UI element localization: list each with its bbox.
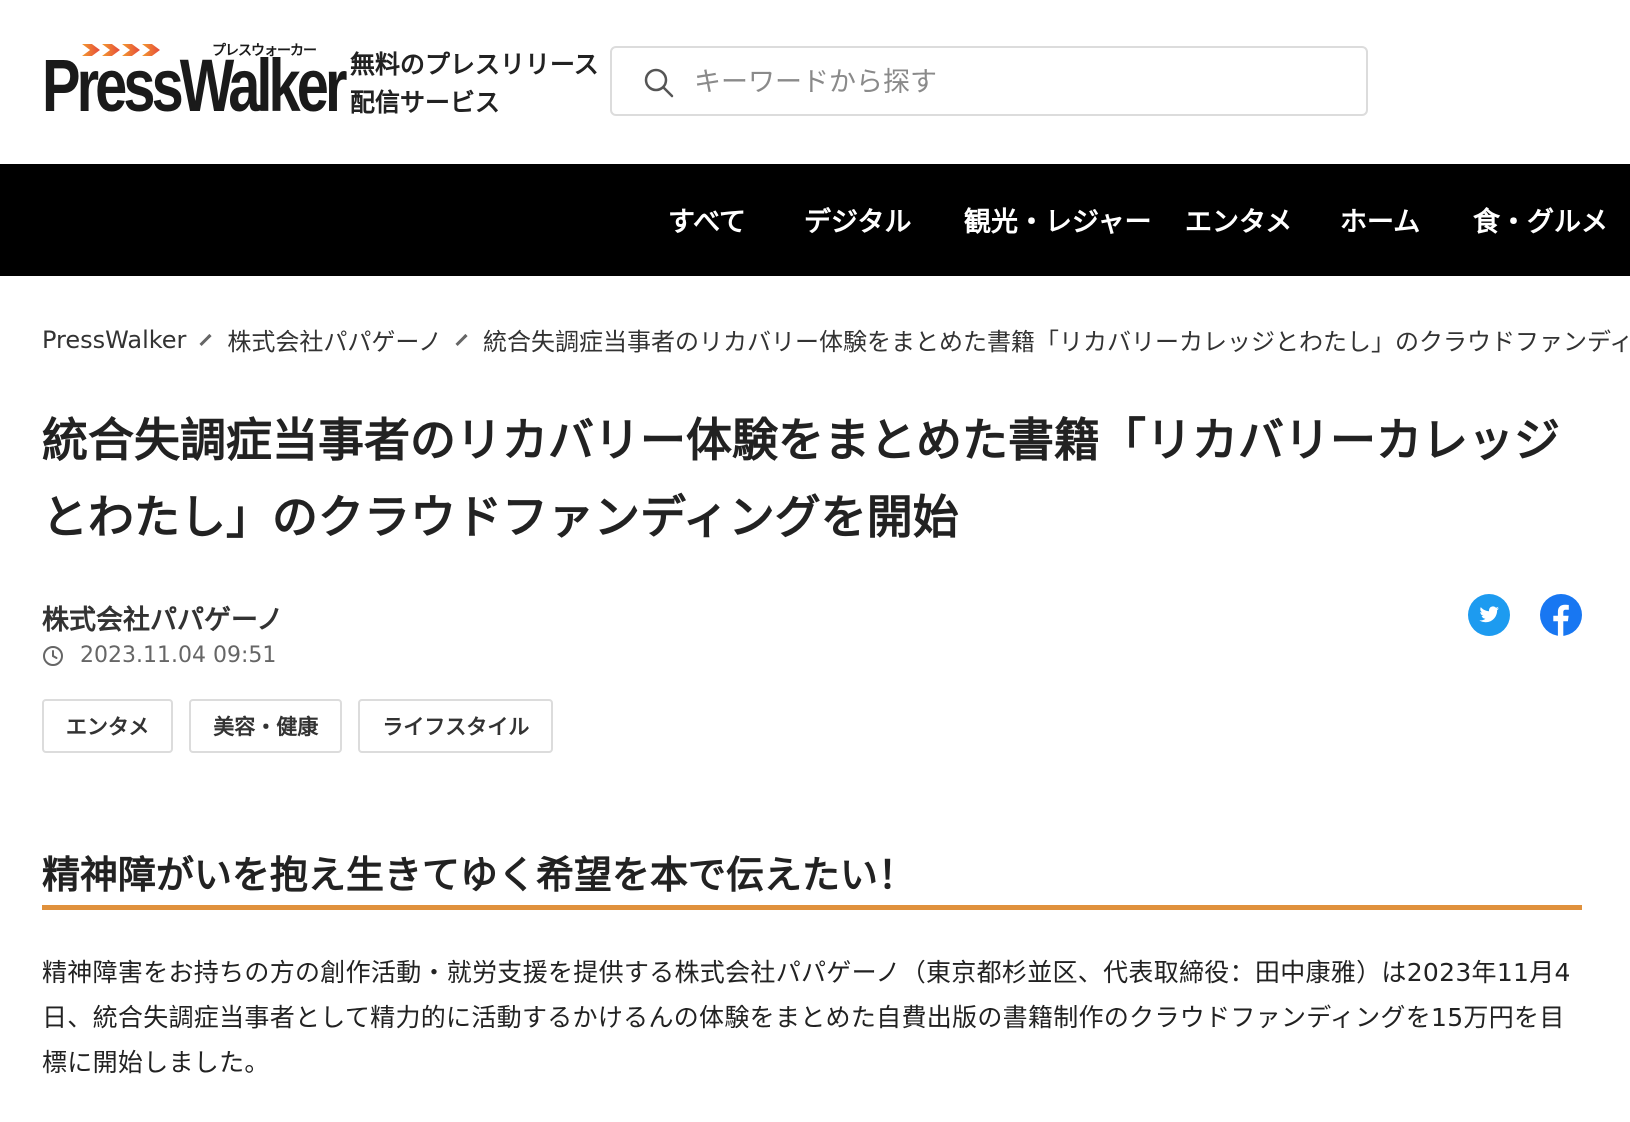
logo-wordmark: PressWalker — [42, 44, 347, 127]
search-icon[interactable] — [642, 66, 676, 100]
tag-lifestyle[interactable]: ライフスタイル — [358, 699, 554, 753]
facebook-icon[interactable] — [1540, 594, 1582, 636]
breadcrumb-current: 統合失調症当事者のリカバリー体験をまとめた書籍「リカバリーカレッジとわたし」のク… — [482, 328, 1630, 356]
presswalker-logo[interactable]: プレスウォーカー PressWalker — [42, 40, 347, 126]
breadcrumb-home[interactable]: PressWalker — [42, 326, 186, 354]
site-tagline: 無料のプレスリリース 配信サービス — [350, 46, 599, 122]
nav-item-leisure[interactable]: 観光・レジャー — [964, 200, 1152, 239]
nav-item-home[interactable]: ホーム — [1340, 200, 1420, 239]
chevron-right-icon — [455, 333, 468, 346]
breadcrumb-company[interactable]: 株式会社パパゲーノ — [227, 322, 442, 357]
site-header: プレスウォーカー PressWalker 無料のプレスリリース 配信サービス — [0, 0, 1630, 164]
search-input[interactable] — [692, 60, 1336, 104]
chevron-right-icon — [199, 333, 212, 346]
publish-date-row: 2023.11.04 09:51 — [42, 643, 276, 668]
search-box — [610, 46, 1368, 116]
subheading-divider — [42, 905, 1582, 910]
tag-list: エンタメ 美容・健康 ライフスタイル — [42, 699, 569, 753]
tag-entertainment[interactable]: エンタメ — [42, 699, 174, 753]
article-subheading: 精神障がいを抱え生きてゆく希望を本で伝えたい！ — [42, 853, 917, 897]
category-nav: すべて デジタル 観光・レジャー エンタメ ホーム 食・グルメ — [0, 164, 1630, 276]
nav-item-entertainment[interactable]: エンタメ — [1185, 200, 1292, 239]
tag-beauty-health[interactable]: 美容・健康 — [189, 699, 343, 753]
publish-date: 2023.11.04 09:51 — [80, 643, 277, 668]
article-title: 統合失調症当事者のリカバリー体験をまとめた書籍「リカバリーカレッジとわたし」のク… — [42, 413, 1560, 544]
nav-item-digital[interactable]: デジタル — [804, 200, 911, 239]
breadcrumb: PressWalker 株式会社パパゲーノ 統合失調症当事者のリカバリー体験をま… — [42, 322, 1630, 357]
clock-icon — [43, 645, 63, 666]
company-name[interactable]: 株式会社パパゲーノ — [42, 598, 283, 637]
tagline-line-2: 配信サービス — [350, 88, 501, 117]
tagline-line-1: 無料のプレスリリース — [350, 50, 599, 79]
nav-item-all[interactable]: すべて — [668, 200, 746, 239]
twitter-icon[interactable] — [1468, 594, 1510, 636]
article-body: 精神障害をお持ちの方の創作活動・就労支援を提供する株式会社パパゲーノ（東京都杉並… — [42, 958, 1571, 1077]
nav-item-food[interactable]: 食・グルメ — [1473, 200, 1608, 239]
